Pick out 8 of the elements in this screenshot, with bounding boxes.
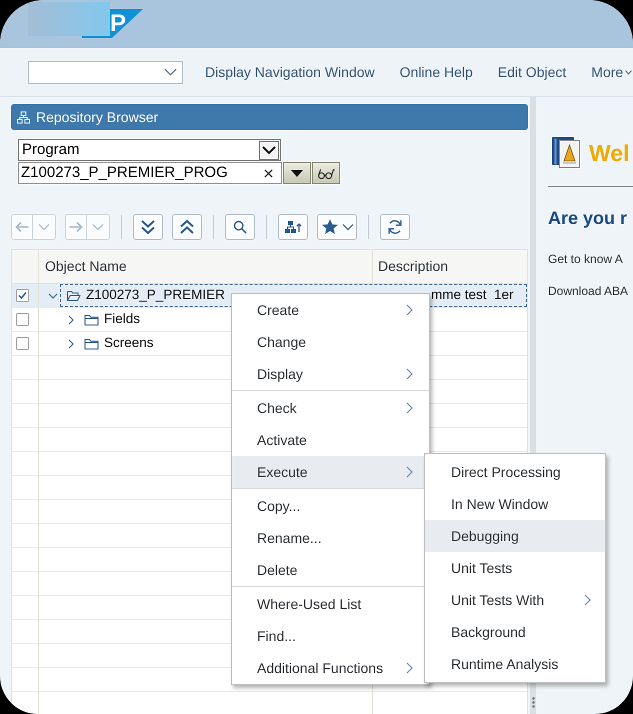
object-name: Z100273_P_PREMIER bbox=[86, 286, 225, 304]
welcome-heading: Are you r bbox=[548, 207, 628, 229]
panel-title: Repository Browser bbox=[36, 108, 158, 127]
object-name: Screens bbox=[104, 334, 154, 352]
logo: P bbox=[82, 9, 143, 38]
welcome-title: Wel bbox=[589, 138, 630, 166]
object-description: mme test 1er bbox=[431, 286, 514, 304]
object-name: Fields bbox=[104, 310, 140, 328]
